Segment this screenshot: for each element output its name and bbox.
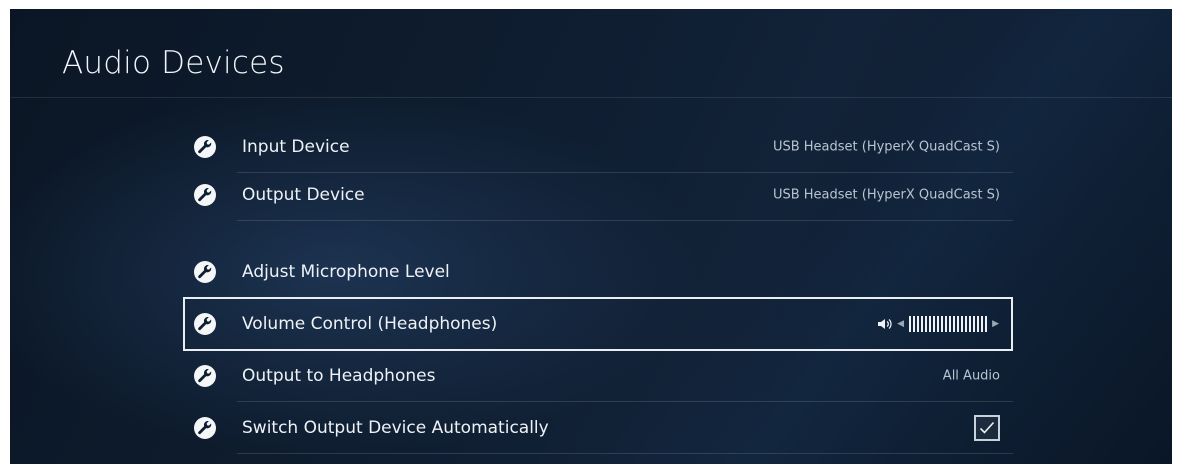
setting-row-output-device[interactable]: Output Device USB Headset (HyperX QuadCa… [185,169,1013,221]
wrench-icon [194,417,216,439]
page-title: Audio Devices [62,45,285,81]
volume-bar [913,316,916,332]
row-divider [237,453,1013,454]
setting-label: Output Device [242,185,365,205]
setting-value: USB Headset (HyperX QuadCast S) [772,139,1000,155]
volume-bar [909,316,912,332]
wrench-icon [194,136,216,158]
volume-bar [917,316,920,332]
setting-label: Adjust Microphone Level [242,262,450,282]
wrench-icon [194,261,216,283]
volume-bar [985,316,988,332]
setting-label: Input Device [242,137,350,157]
volume-level-bars [909,316,988,332]
speaker-icon [878,319,892,329]
volume-bar [949,316,952,332]
volume-bar [977,316,980,332]
setting-row-input-device[interactable]: Input Device USB Headset (HyperX QuadCas… [185,121,1013,173]
volume-bar [961,316,964,332]
setting-label: Output to Headphones [242,366,436,386]
volume-bar [921,316,924,332]
setting-row-volume-control[interactable]: Volume Control (Headphones) ◀ ▶ [183,297,1013,351]
volume-bar [945,316,948,332]
setting-label: Volume Control (Headphones) [242,314,498,334]
volume-decrease-arrow[interactable]: ◀ [897,319,904,329]
volume-bar [941,316,944,332]
volume-slider[interactable]: ◀ ▶ [878,316,999,332]
volume-bar [969,316,972,332]
wrench-icon [194,313,216,335]
volume-bar [965,316,968,332]
row-divider [237,220,1013,221]
setting-value: USB Headset (HyperX QuadCast S) [772,187,1000,203]
settings-screen: Audio Devices Input Device USB Headset (… [10,9,1172,464]
wrench-icon [194,365,216,387]
wrench-icon [194,184,216,206]
volume-bar [933,316,936,332]
volume-bar [973,316,976,332]
setting-row-output-to-headphones[interactable]: Output to Headphones All Audio [185,350,1013,402]
title-divider [10,97,1172,98]
setting-label: Switch Output Device Automatically [242,418,549,438]
setting-row-adjust-microphone-level[interactable]: Adjust Microphone Level [185,246,1013,298]
volume-bar [937,316,940,332]
volume-bar [981,316,984,332]
volume-bar [929,316,932,332]
volume-bar [953,316,956,332]
volume-increase-arrow[interactable]: ▶ [992,319,999,329]
volume-bar [925,316,928,332]
checkmark-icon [979,421,995,434]
auto-switch-checkbox[interactable] [974,415,1000,441]
setting-value: All Audio [942,368,1000,384]
volume-bar [957,316,960,332]
setting-row-switch-output-device[interactable]: Switch Output Device Automatically [185,402,1013,454]
